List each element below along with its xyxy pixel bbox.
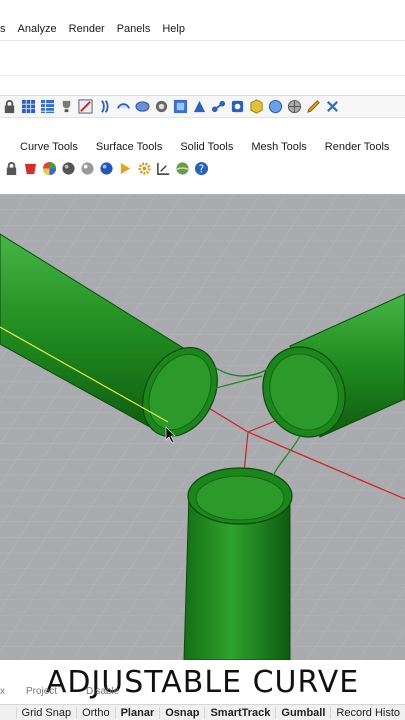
status-smarttrack[interactable]: SmartTrack bbox=[204, 706, 275, 719]
command-options-row: x Project Disable bbox=[0, 686, 405, 700]
environment-icon[interactable] bbox=[175, 161, 190, 176]
material-icon[interactable] bbox=[23, 161, 38, 176]
menu-item-analyze[interactable]: Analyze bbox=[12, 23, 63, 35]
status-osnap[interactable]: Osnap bbox=[159, 706, 204, 719]
menu-item-tools[interactable]: s bbox=[0, 23, 12, 35]
sphere-dark-icon[interactable] bbox=[61, 161, 76, 176]
status-ortho[interactable]: Ortho bbox=[76, 706, 115, 719]
bottom-pipe[interactable] bbox=[183, 467, 293, 660]
trophy-icon[interactable] bbox=[59, 99, 74, 114]
molecule-icon[interactable] bbox=[211, 99, 226, 114]
tab-mesh-tools[interactable]: Mesh Tools bbox=[242, 141, 315, 153]
standard-toolbar bbox=[0, 96, 405, 118]
link-icon[interactable] bbox=[116, 99, 131, 114]
transform-icon[interactable] bbox=[192, 99, 207, 114]
svg-text:?: ? bbox=[199, 163, 204, 175]
cube-icon[interactable] bbox=[249, 99, 264, 114]
menu-bar: s Analyze Render Panels Help bbox=[0, 18, 405, 40]
option-x[interactable]: x bbox=[0, 686, 5, 697]
snap-icon[interactable] bbox=[156, 161, 171, 176]
tab-surface-tools[interactable]: Surface Tools bbox=[87, 141, 171, 153]
select-icon[interactable] bbox=[154, 99, 169, 114]
network-icon[interactable] bbox=[287, 99, 302, 114]
shape-icon[interactable] bbox=[173, 99, 188, 114]
sphere-icon[interactable] bbox=[268, 99, 283, 114]
tab-curve-tools[interactable]: Curve Tools bbox=[0, 141, 87, 153]
render-toolbar: ? bbox=[0, 158, 405, 178]
status-planar[interactable]: Planar bbox=[114, 706, 160, 719]
status-record-history[interactable]: Record Histo bbox=[330, 706, 405, 719]
sphere-light-icon[interactable] bbox=[80, 161, 95, 176]
toolbar-tabs: Curve Tools Surface Tools Solid Tools Me… bbox=[0, 137, 405, 157]
lock-icon[interactable] bbox=[2, 99, 17, 114]
brush-icon[interactable] bbox=[97, 99, 112, 114]
status-grid-snap[interactable]: Grid Snap bbox=[15, 706, 77, 719]
sphere-blue-icon[interactable] bbox=[99, 161, 114, 176]
lock-icon[interactable] bbox=[4, 161, 19, 176]
mesh-icon[interactable] bbox=[135, 99, 150, 114]
option-disable[interactable]: Disable bbox=[86, 686, 119, 697]
perspective-viewport[interactable] bbox=[0, 194, 405, 660]
light-icon[interactable] bbox=[118, 161, 133, 176]
menu-item-help[interactable]: Help bbox=[156, 23, 191, 35]
tab-solid-tools[interactable]: Solid Tools bbox=[171, 141, 242, 153]
block-icon[interactable] bbox=[230, 99, 245, 114]
color-wheel-icon[interactable] bbox=[42, 161, 57, 176]
table-icon[interactable] bbox=[40, 99, 55, 114]
curve-icon[interactable] bbox=[78, 99, 93, 114]
tab-render-tools[interactable]: Render Tools bbox=[316, 141, 399, 153]
menu-item-render[interactable]: Render bbox=[63, 23, 111, 35]
render-icon[interactable] bbox=[325, 99, 340, 114]
status-gumball[interactable]: Gumball bbox=[275, 706, 330, 719]
status-bar: Grid Snap Ortho Planar Osnap SmartTrack … bbox=[0, 704, 405, 720]
grid-icon[interactable] bbox=[21, 99, 36, 114]
option-project[interactable]: Project bbox=[26, 686, 57, 697]
menu-item-panels[interactable]: Panels bbox=[111, 23, 157, 35]
viewport-scene bbox=[0, 194, 405, 660]
command-separator bbox=[0, 75, 405, 76]
command-area[interactable] bbox=[0, 40, 405, 96]
help-icon[interactable]: ? bbox=[194, 161, 209, 176]
pen-icon[interactable] bbox=[306, 99, 321, 114]
gear-icon[interactable] bbox=[137, 161, 152, 176]
